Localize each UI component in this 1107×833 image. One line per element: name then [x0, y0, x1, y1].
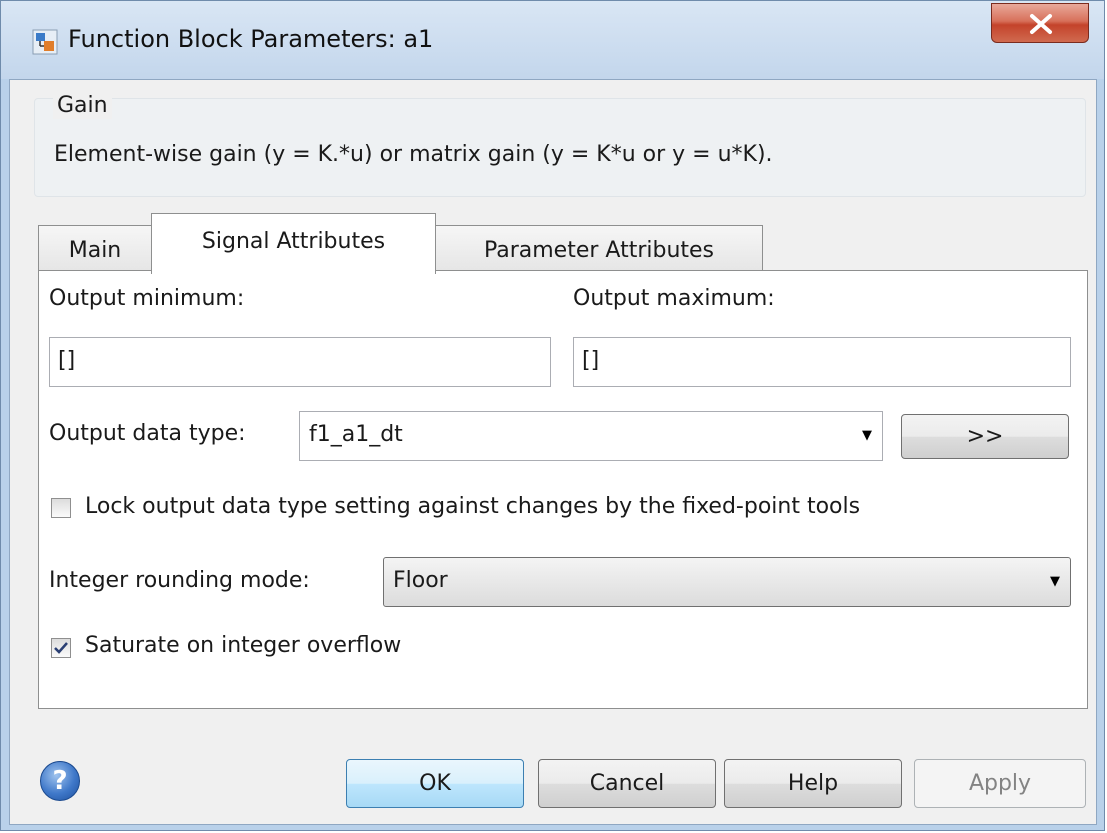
- saturate-checkbox[interactable]: [51, 638, 71, 658]
- close-button[interactable]: [991, 3, 1089, 43]
- help-icon[interactable]: ?: [40, 761, 80, 801]
- tab-main[interactable]: Main: [38, 225, 152, 273]
- rounding-mode-value: Floor: [393, 568, 448, 593]
- window-title: Function Block Parameters: a1: [68, 25, 434, 53]
- block-description-group: Gain Element-wise gain (y = K.*u) or mat…: [34, 93, 1086, 197]
- cancel-button[interactable]: Cancel: [538, 759, 716, 808]
- lock-data-type-label: Lock output data type setting against ch…: [85, 494, 861, 519]
- simulink-block-icon: [32, 29, 58, 55]
- data-type-assistant-button[interactable]: >>: [901, 414, 1069, 459]
- checkmark-icon: [54, 642, 68, 654]
- rounding-mode-select[interactable]: Floor ▼: [383, 557, 1071, 607]
- signal-attributes-panel: Output minimum: [] Output maximum: [] Ou…: [38, 270, 1088, 709]
- output-maximum-input[interactable]: []: [573, 337, 1071, 387]
- output-data-type-label: Output data type:: [49, 421, 246, 446]
- chevron-down-icon: ▼: [862, 428, 872, 443]
- chevron-down-icon: ▼: [1050, 574, 1060, 589]
- apply-button[interactable]: Apply: [914, 759, 1086, 808]
- help-button[interactable]: Help: [724, 759, 902, 808]
- rounding-mode-label: Integer rounding mode:: [49, 568, 310, 593]
- dialog-client-area: Gain Element-wise gain (y = K.*u) or mat…: [9, 79, 1097, 825]
- ok-button[interactable]: OK: [346, 759, 524, 808]
- close-icon: [1030, 14, 1052, 34]
- lock-data-type-checkbox[interactable]: [51, 498, 71, 518]
- dialog-window: Function Block Parameters: a1 Gain Eleme…: [0, 0, 1105, 831]
- saturate-label: Saturate on integer overflow: [85, 633, 402, 658]
- output-minimum-label: Output minimum:: [49, 286, 245, 311]
- output-data-type-value: f1_a1_dt: [309, 422, 403, 447]
- block-description: Element-wise gain (y = K.*u) or matrix g…: [54, 142, 773, 167]
- tab-signal-attributes[interactable]: Signal Attributes: [151, 213, 436, 274]
- group-title: Gain: [53, 93, 112, 119]
- title-bar[interactable]: Function Block Parameters: a1: [1, 1, 1104, 79]
- output-maximum-label: Output maximum:: [573, 286, 775, 311]
- output-data-type-select[interactable]: f1_a1_dt ▼: [299, 411, 883, 461]
- output-minimum-input[interactable]: []: [49, 337, 551, 387]
- tab-parameter-attributes[interactable]: Parameter Attributes: [435, 225, 763, 273]
